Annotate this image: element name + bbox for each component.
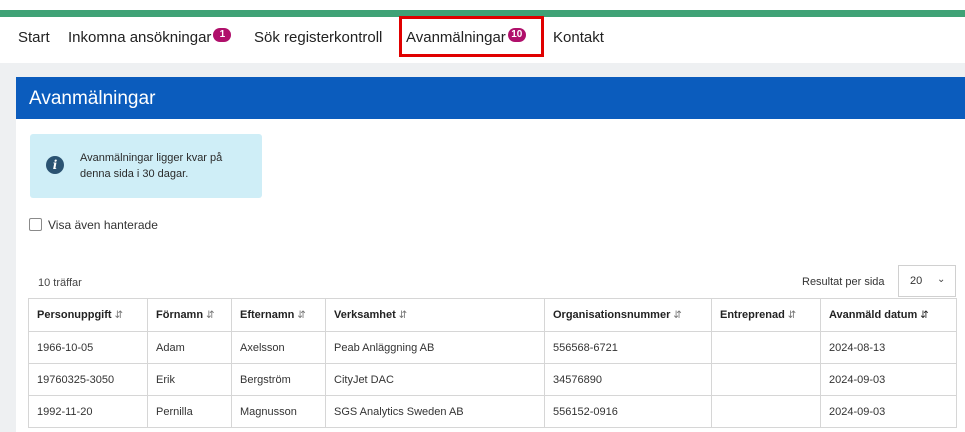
- cell-contractor: [711, 395, 821, 428]
- nav-search-register-check[interactable]: Sök registerkontroll: [254, 29, 382, 46]
- sort-icon: ⇵: [673, 310, 682, 321]
- table-row: 19760325-3050 Erik Bergström CityJet DAC…: [28, 363, 957, 396]
- cell-first-name: Pernilla: [147, 395, 232, 428]
- sort-icon: ⇵: [114, 310, 123, 321]
- deregistrations-table: Personuppgift ⇵ Förnamn ⇵ Efternamn ⇵ Verks…: [28, 298, 957, 428]
- cell-personal-data: 1992-11-20: [28, 395, 148, 428]
- sort-icon: ⇵: [398, 310, 408, 321]
- column-header-business[interactable]: Verksamhet ⇵: [325, 298, 545, 332]
- cell-business: Peab Anläggning AB: [325, 331, 545, 364]
- cell-contractor: [711, 363, 821, 396]
- cell-org-number: 34576890: [544, 363, 712, 396]
- cell-business: SGS Analytics Sweden AB: [325, 395, 545, 428]
- nav-incoming-applications[interactable]: Inkomna ansökningar 1: [68, 28, 232, 46]
- cell-last-name: Bergström: [231, 363, 326, 396]
- info-box: i Avanmälningar ligger kvar på denna sid…: [30, 134, 262, 198]
- cell-last-name: Axelsson: [231, 331, 326, 364]
- column-header-deregistered-date[interactable]: Avanmäld datum ⇵: [820, 298, 957, 332]
- cell-personal-data: 19760325-3050: [28, 363, 148, 396]
- cell-first-name: Adam: [147, 331, 232, 364]
- panel-header: Avanmälningar: [16, 77, 965, 119]
- sort-icon: ⇵: [920, 310, 929, 321]
- table-header-row: Personuppgift ⇵ Förnamn ⇵ Efternamn ⇵ Verks…: [28, 298, 957, 332]
- show-handled-label: Visa även hanterade: [48, 218, 158, 232]
- page-title: Avanmälningar: [29, 88, 156, 109]
- cell-deregistered-date: 2024-09-03: [820, 395, 957, 428]
- results-per-page-value: 20: [910, 275, 923, 287]
- results-per-page-select[interactable]: 20 ⌄: [898, 265, 956, 297]
- cell-contractor: [711, 331, 821, 364]
- cell-deregistered-date: 2024-09-03: [820, 363, 957, 396]
- cell-business: CityJet DAC: [325, 363, 545, 396]
- cell-deregistered-date: 2024-08-13: [820, 331, 957, 364]
- cell-org-number: 556568-6721: [544, 331, 712, 364]
- chevron-down-icon: ⌄: [937, 274, 946, 285]
- show-handled-row[interactable]: Visa även hanterade: [29, 218, 158, 232]
- column-header-personal-data[interactable]: Personuppgift ⇵: [28, 298, 148, 332]
- column-header-contractor[interactable]: Entreprenad ⇵: [711, 298, 821, 332]
- sort-icon: ⇵: [206, 310, 215, 321]
- table-row: 1992-11-20 Pernilla Magnusson SGS Analyt…: [28, 395, 957, 428]
- table-row: 1966-10-05 Adam Axelsson Peab Anläggning…: [28, 331, 957, 364]
- results-per-page-label: Resultat per sida: [802, 276, 885, 288]
- highlight-box: [399, 16, 544, 57]
- cell-personal-data: 1966-10-05: [28, 331, 148, 364]
- info-text: Avanmälningar ligger kvar på denna sida …: [80, 152, 223, 180]
- cell-last-name: Magnusson: [231, 395, 326, 428]
- nav-contact[interactable]: Kontakt: [553, 29, 604, 46]
- column-header-org-number[interactable]: Organisationsnummer ⇵: [544, 298, 712, 332]
- nav-start[interactable]: Start: [18, 29, 50, 46]
- cell-first-name: Erik: [147, 363, 232, 396]
- info-icon: i: [46, 156, 64, 174]
- cell-org-number: 556152-0916: [544, 395, 712, 428]
- show-handled-checkbox[interactable]: [29, 218, 42, 231]
- column-header-last-name[interactable]: Efternamn ⇵: [231, 298, 326, 332]
- notification-badge: 1: [213, 28, 232, 42]
- nav-incoming-applications-label: Inkomna ansökningar: [68, 29, 212, 46]
- deregistrations-panel: Avanmälningar i Avanmälningar ligger kva…: [16, 77, 965, 432]
- column-header-first-name[interactable]: Förnamn ⇵: [147, 298, 232, 332]
- sort-icon: ⇵: [787, 310, 797, 321]
- sort-icon: ⇵: [297, 310, 306, 321]
- result-count: 10 träffar: [38, 277, 82, 289]
